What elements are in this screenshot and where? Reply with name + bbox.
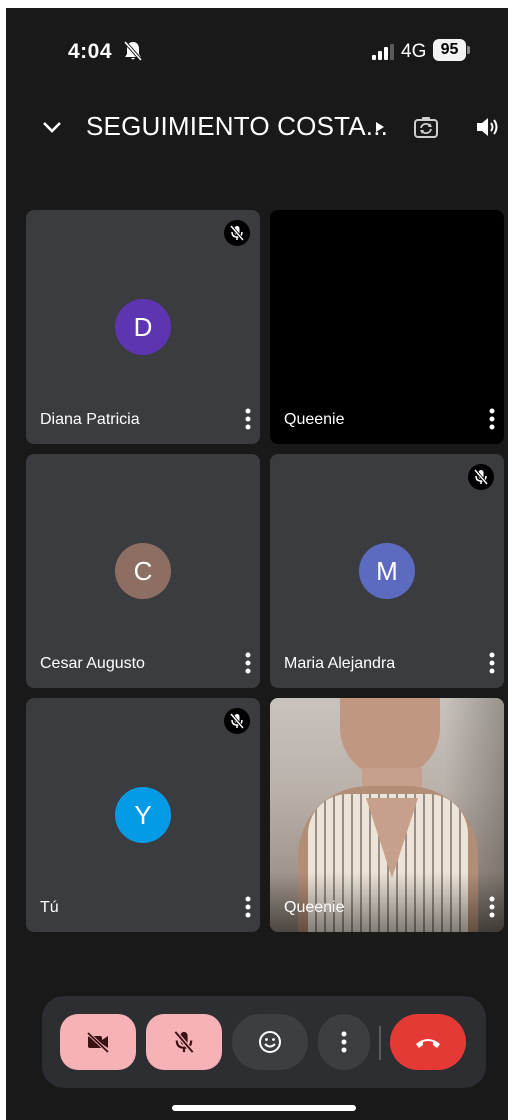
participant-tile[interactable]: D Diana Patricia [26, 210, 260, 444]
emoji-icon [259, 1031, 281, 1053]
more-vert-icon[interactable] [242, 650, 254, 676]
call-header: SEGUIMIENTO COSTA... [6, 103, 508, 153]
call-end-icon [416, 1039, 440, 1048]
participant-tile[interactable]: M Maria Alejandra [270, 454, 504, 688]
more-vert-icon[interactable] [486, 650, 498, 676]
end-call-button[interactable] [390, 1014, 466, 1070]
participant-name: Diana Patricia [40, 411, 140, 428]
avatar: C [115, 543, 171, 599]
muted-badge [224, 220, 250, 246]
speaker-icon[interactable] [474, 114, 500, 140]
participant-tile[interactable]: Queenie [270, 210, 504, 444]
avatar: D [115, 299, 171, 355]
battery-tip [467, 46, 470, 54]
caret-right-icon[interactable] [374, 119, 386, 135]
avatar: Y [115, 787, 171, 843]
status-time: 4:04 [68, 40, 113, 63]
participant-name: Queenie [284, 899, 345, 916]
controls-divider [379, 1026, 381, 1060]
mic-off-icon [173, 1030, 195, 1054]
avatar: M [359, 543, 415, 599]
status-bar: 4:04 4G 95 [6, 8, 508, 88]
more-vert-icon[interactable] [242, 406, 254, 432]
signal-icon [372, 44, 394, 60]
more-vert-icon [341, 1031, 347, 1053]
participant-name: Tú [40, 899, 59, 916]
more-vert-icon[interactable] [242, 894, 254, 920]
network-type: 4G [401, 41, 427, 62]
chevron-down-icon[interactable] [40, 115, 64, 139]
meeting-title[interactable]: SEGUIMIENTO COSTA... [86, 111, 388, 142]
reactions-button[interactable] [232, 1014, 308, 1070]
meet-call-screen: 4:04 4G 95 SEGUIMIENTO COSTA... D Diana … [6, 8, 508, 1120]
battery-level: 95 [433, 39, 466, 61]
participant-tile-video[interactable]: Queenie [270, 698, 504, 932]
mic-off-icon [229, 713, 245, 729]
videocam-off-icon [86, 1031, 110, 1054]
more-vert-icon[interactable] [486, 894, 498, 920]
muted-badge [468, 464, 494, 490]
participant-tile[interactable]: C Cesar Augusto [26, 454, 260, 688]
call-controls [42, 996, 486, 1088]
muted-badge [224, 708, 250, 734]
bell-off-icon [123, 40, 143, 62]
mic-off-icon [473, 469, 489, 485]
more-vert-icon[interactable] [486, 406, 498, 432]
camera-toggle-button[interactable] [60, 1014, 136, 1070]
video-feed [270, 698, 504, 932]
participant-tile-self[interactable]: Y Tú [26, 698, 260, 932]
mic-toggle-button[interactable] [146, 1014, 222, 1070]
mic-off-icon [229, 225, 245, 241]
flip-camera-icon[interactable] [412, 113, 440, 141]
participant-name: Maria Alejandra [284, 655, 396, 672]
home-indicator[interactable] [172, 1105, 356, 1111]
participant-name: Cesar Augusto [40, 655, 145, 672]
participant-name: Queenie [284, 411, 345, 428]
more-options-button[interactable] [318, 1014, 370, 1070]
